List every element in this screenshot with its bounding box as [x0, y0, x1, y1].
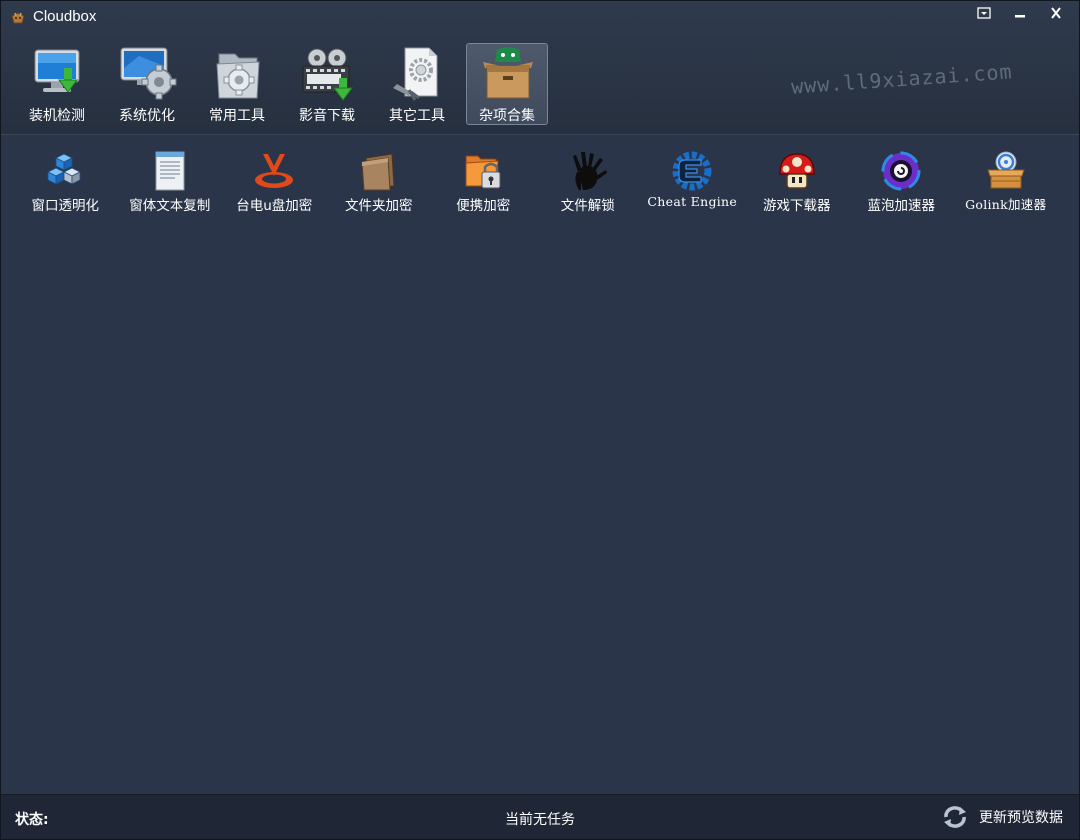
toolbar-item-system-optimize[interactable]: 系统优化	[106, 43, 188, 125]
app-item-file-unlock[interactable]: 文件解锁	[536, 148, 641, 218]
app-item-cheat-engine[interactable]: Cheat Engine	[640, 148, 745, 218]
folder-lock-icon	[465, 155, 501, 189]
paper-gear-icon	[393, 47, 438, 101]
app-item-portable-encrypt[interactable]: 便携加密	[431, 148, 536, 218]
toolbar-item-label: 常用工具	[209, 108, 265, 124]
app-item-golink-accelerator[interactable]: Golink加速器	[954, 148, 1059, 218]
header-area: Cloudbox www.ll9xiazai.com 装机检测 系统优化 常用工…	[1, 1, 1079, 135]
toolbar-item-label: 杂项合集	[479, 108, 535, 124]
monitor-gear-icon	[120, 47, 177, 100]
monitor-download-icon	[34, 49, 80, 93]
close-icon	[1051, 7, 1061, 19]
watermark: www.ll9xiazai.com	[790, 59, 1014, 99]
toolbar-item-label: 影音下载	[299, 108, 355, 124]
mushroom-icon	[778, 153, 815, 189]
minimize-button[interactable]	[1003, 3, 1037, 23]
app-item-lanpao-accelerator[interactable]: 蓝泡加速器	[849, 148, 954, 218]
main-toolbar: 装机检测 系统优化 常用工具 影音下载 其它工具 杂项合集	[16, 43, 556, 125]
cloudbox-window: Cloudbox www.ll9xiazai.com 装机检测 系统优化 常用工…	[0, 0, 1080, 840]
app-item-label: 台电u盘加密	[236, 198, 313, 214]
cloudbox-logo-icon	[11, 12, 25, 24]
toolbar-item-common-tools[interactable]: 常用工具	[196, 43, 278, 125]
blue-cubes-icon	[47, 153, 82, 185]
folder-gear-icon	[216, 53, 260, 99]
app-grid-area: 窗口透明化 窗体文本复制 台电u盘加密 文件夹加密 便携加密 文件解锁 Chea…	[1, 136, 1079, 794]
handprint-icon	[572, 152, 607, 190]
toolbar-item-misc-collection[interactable]: 杂项合集	[466, 43, 548, 125]
app-item-label: Golink加速器	[965, 197, 1047, 212]
app-item-label: 游戏下载器	[763, 198, 831, 214]
document-icon	[155, 151, 185, 191]
title-bar: Cloudbox	[1, 1, 1079, 33]
film-download-icon	[302, 48, 353, 101]
app-item-teclast-usb-encrypt[interactable]: 台电u盘加密	[222, 148, 327, 218]
app-item-window-text-copy[interactable]: 窗体文本复制	[118, 148, 223, 218]
toolbar-item-other-tools[interactable]: 其它工具	[376, 43, 458, 125]
close-button[interactable]	[1039, 3, 1073, 23]
brown-folder-icon	[361, 153, 395, 191]
minimize-icon	[1015, 15, 1025, 18]
status-bar: 状态: 当前无任务 更新预览数据	[1, 794, 1079, 839]
refresh-preview-button[interactable]: 更新预览数据	[941, 805, 1063, 829]
toolbar-item-label: 系统优化	[119, 108, 175, 124]
cheat-engine-icon	[672, 151, 712, 191]
app-item-label: 窗口透明化	[31, 198, 100, 214]
toolbar-item-label: 装机检测	[29, 108, 85, 124]
refresh-label: 更新预览数据	[979, 810, 1063, 826]
box-disc-icon	[987, 151, 1025, 189]
app-item-label: 窗体文本复制	[129, 198, 211, 214]
app-item-label: 文件解锁	[560, 198, 615, 214]
app-list: 窗口透明化 窗体文本复制 台电u盘加密 文件夹加密 便携加密 文件解锁 Chea…	[13, 148, 1058, 218]
app-item-game-downloader[interactable]: 游戏下载器	[745, 148, 850, 218]
window-title: Cloudbox	[33, 8, 97, 25]
restore-button[interactable]	[967, 3, 1001, 23]
toolbar-item-install-check[interactable]: 装机检测	[16, 43, 98, 125]
toolbar-item-media-download[interactable]: 影音下载	[286, 43, 368, 125]
toolbar-item-label: 其它工具	[389, 108, 445, 124]
app-item-label: 蓝泡加速器	[867, 198, 936, 214]
app-item-folder-encrypt[interactable]: 文件夹加密	[327, 148, 432, 218]
status-message: 当前无任务	[505, 812, 575, 828]
app-item-label: Cheat Engine	[647, 194, 738, 209]
window-controls	[967, 3, 1073, 23]
app-item-label: 便携加密	[456, 198, 511, 214]
restore-icon	[977, 7, 991, 19]
app-item-label: 文件夹加密	[345, 198, 413, 214]
app-item-window-transparency[interactable]: 窗口透明化	[13, 148, 118, 218]
purple-orb-icon	[881, 151, 921, 191]
box-icon	[483, 47, 533, 99]
refresh-icon	[944, 806, 966, 828]
teclast-logo-icon	[255, 154, 294, 188]
